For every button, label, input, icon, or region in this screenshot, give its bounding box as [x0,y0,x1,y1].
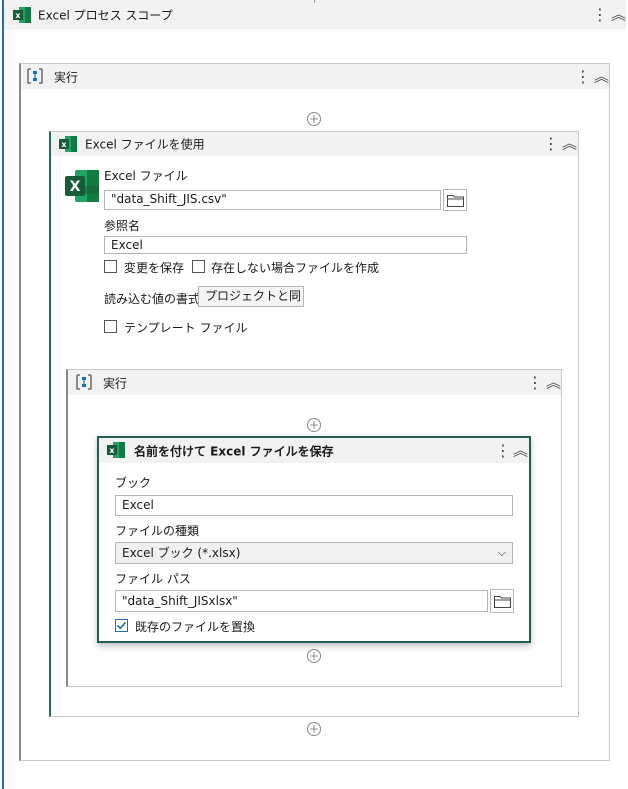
svg-text:x: x [15,11,21,20]
kebab-menu-icon[interactable]: ⋮ [495,442,511,459]
kebab-menu-icon[interactable]: ⋮ [575,68,591,85]
book-input[interactable]: Excel [115,495,513,516]
read-format-value: プロジェクトと同じ [205,289,304,303]
inner-do-header[interactable]: 実行 ⋮ ︽ [68,370,561,395]
kebab-menu-icon[interactable]: ⋮ [527,374,543,391]
use-excel-title: Excel ファイルを使用 [85,137,205,152]
reference-name-label: 参照名 [104,219,141,233]
excel-file-input[interactable]: "data_Shift_JIS.csv" [104,190,441,210]
process-scope-title: Excel プロセス スコープ [38,8,173,23]
template-file-label: テンプレート ファイル [124,321,248,335]
excel-icon: x [59,136,77,152]
read-format-label: 読み込む値の書式 [104,292,201,306]
save-changes-label: 変更を保存 [124,261,185,275]
save-as-title: 名前を付けて Excel ファイルを保存 [134,444,334,458]
replace-existing-checkbox[interactable] [115,619,128,632]
save-as-header[interactable]: x 名前を付けて Excel ファイルを保存 ⋮ ︽ [99,438,529,463]
kebab-menu-icon[interactable]: ⋮ [592,7,608,23]
inner-do-title: 実行 [103,376,128,390]
collapse-chevron-icon[interactable]: ︽ [611,7,626,23]
svg-text:x: x [109,446,115,455]
save-changes-checkbox[interactable] [104,260,117,273]
dropdown-chevron-icon: ⌵ [291,291,299,302]
dropdown-chevron-icon: ⌵ [497,546,506,559]
svg-text:x: x [61,140,67,149]
excel-icon: x [13,7,31,23]
read-format-select[interactable]: プロジェクトと同じ ⌵ [198,286,304,307]
use-excel-header[interactable]: x Excel ファイルを使用 ⋮ ︽ [51,132,578,156]
top-edge-marker [314,0,315,3]
add-activity-icon[interactable]: + [307,112,321,126]
add-activity-icon[interactable]: + [307,722,321,736]
file-path-input[interactable]: "data_Shift_JISxlsx" [115,590,488,612]
browse-path-button[interactable] [490,589,514,613]
collapse-chevron-icon[interactable]: ︽ [546,375,561,390]
book-label: ブック [115,476,152,490]
process-scope-header[interactable]: x Excel プロセス スコープ ⋮ ︽ [4,0,626,30]
collapse-chevron-icon[interactable]: ︽ [562,136,577,152]
browse-file-button[interactable] [443,189,467,211]
collapse-chevron-icon[interactable]: ︽ [594,69,609,84]
file-type-select[interactable]: Excel ブック (*.xlsx) ⌵ [115,542,513,564]
outer-do-header[interactable]: 実行 ⋮ ︽ [21,64,609,89]
folder-icon [494,596,511,608]
svg-text:X: X [70,179,81,195]
file-path-label: ファイル パス [115,572,191,586]
add-activity-icon[interactable]: + [307,649,321,663]
template-file-checkbox[interactable] [104,320,117,333]
collapse-chevron-icon[interactable]: ︽ [513,443,528,458]
checkmark-icon [116,621,127,630]
save-as-card[interactable]: x 名前を付けて Excel ファイルを保存 ⋮ ︽ ブック Excel ファイ… [97,436,531,643]
file-type-value: Excel ブック (*.xlsx) [122,546,241,560]
file-type-label: ファイルの種類 [115,524,200,538]
folder-icon [447,195,464,207]
add-activity-icon[interactable]: + [307,418,321,432]
excel-file-label: Excel ファイル [104,169,188,183]
excel-icon: X [65,170,99,202]
create-if-not-exists-checkbox[interactable] [192,260,205,273]
outer-do-title: 実行 [54,70,79,84]
replace-existing-label: 既存のファイルを置換 [135,620,256,634]
excel-icon: x [107,442,125,458]
sequence-icon [76,374,92,390]
create-if-not-exists-label: 存在しない場合ファイルを作成 [211,261,380,275]
sequence-icon [27,68,43,84]
kebab-menu-icon[interactable]: ⋮ [543,136,559,152]
reference-name-input[interactable]: Excel [104,236,467,254]
